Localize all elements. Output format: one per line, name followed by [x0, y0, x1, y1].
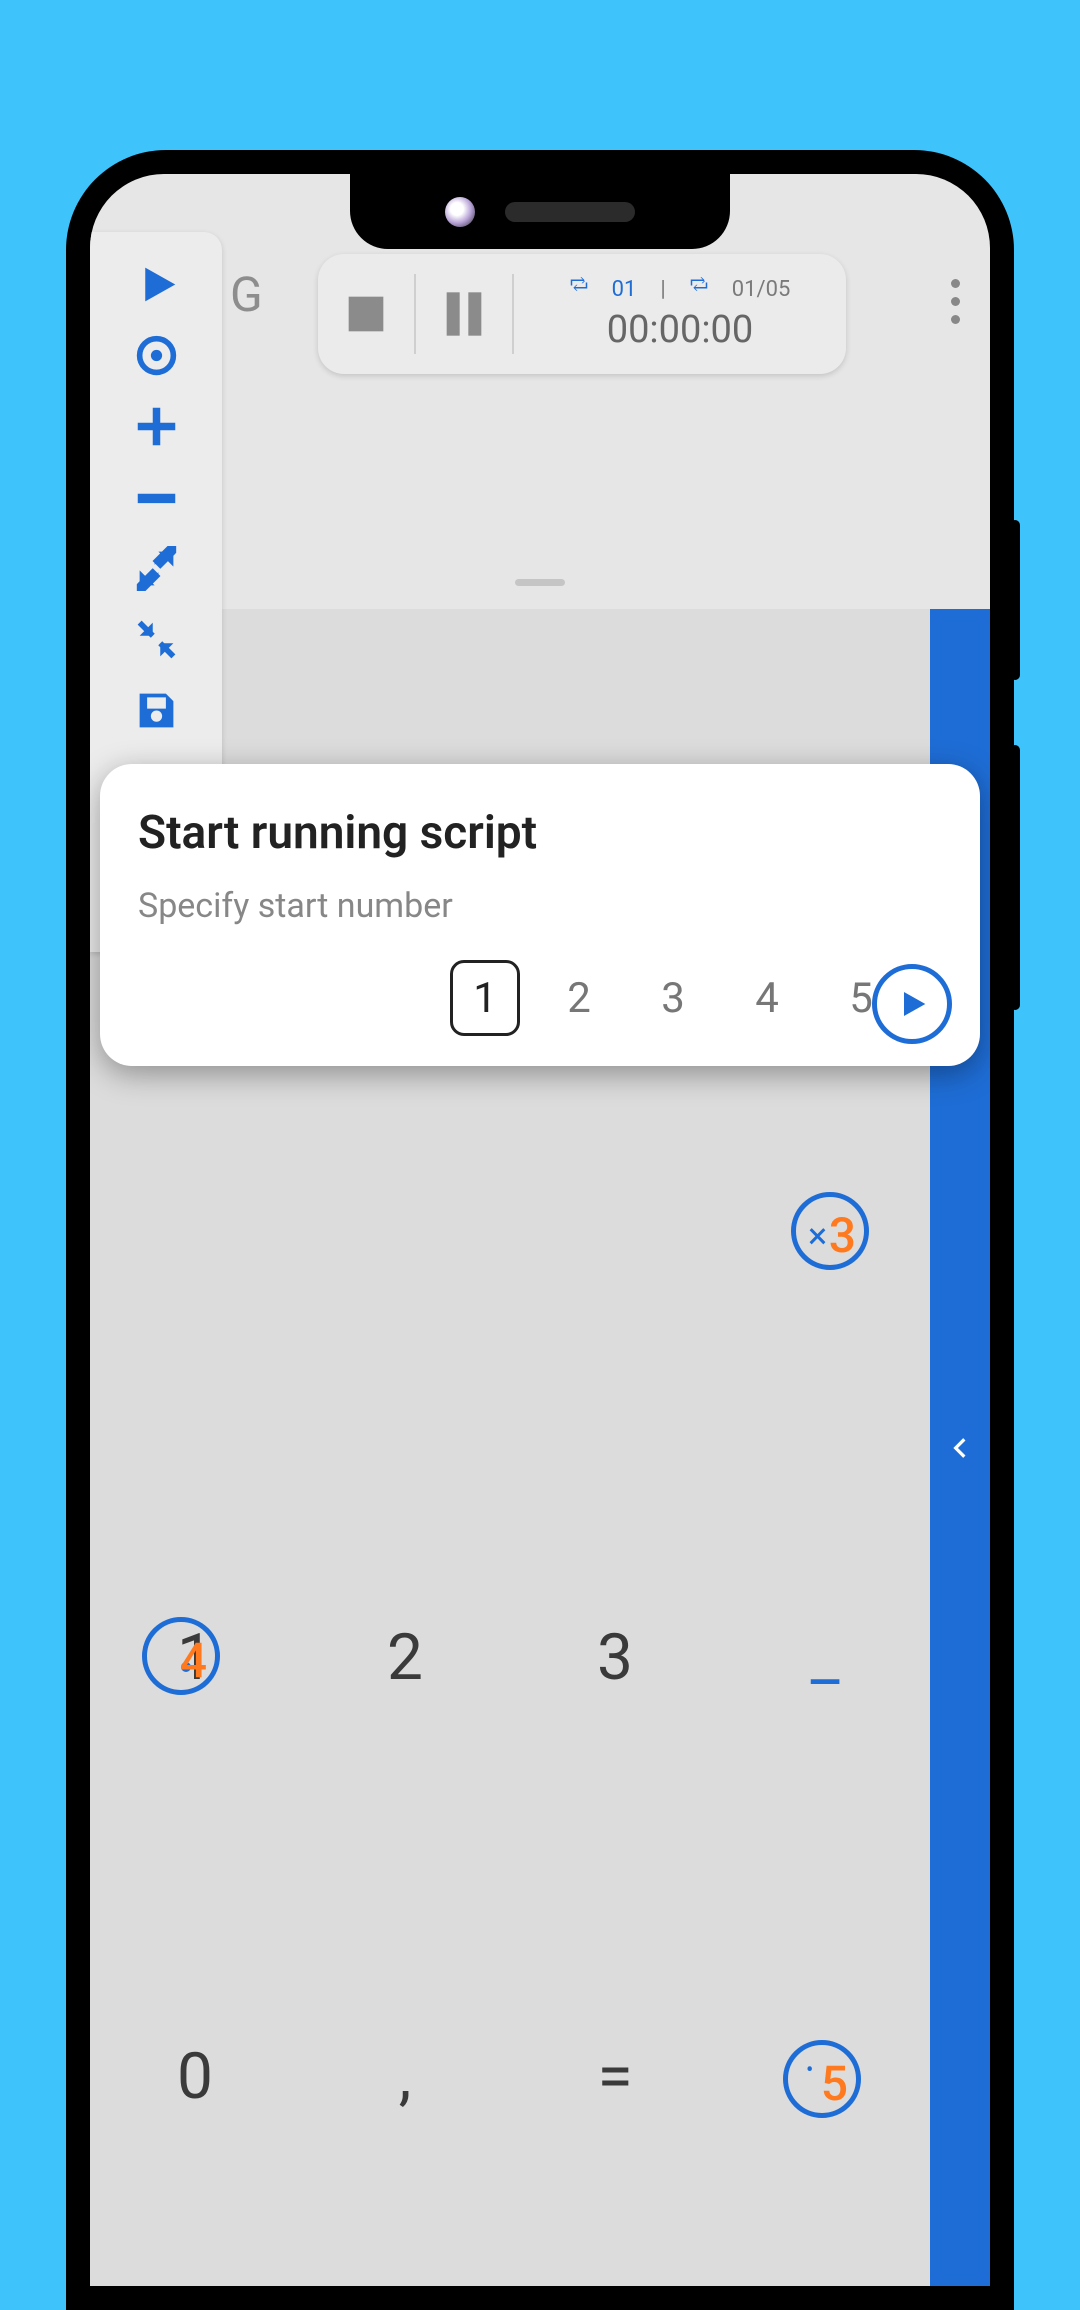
playback-control-bar: 01 | 01/05 00:00:00: [318, 254, 846, 374]
start-number-options: 1 2 3 4 5: [138, 960, 896, 1036]
app-label: G: [230, 266, 263, 323]
calc-key-comma[interactable]: ,: [300, 1867, 510, 2286]
phone-notch: [350, 174, 730, 249]
start-option-4[interactable]: 4: [732, 960, 802, 1036]
loop-icon: [690, 277, 708, 291]
step-marker-3: × 3: [791, 1192, 869, 1270]
overflow-menu-icon[interactable]: [951, 279, 960, 324]
stop-button[interactable]: [340, 288, 392, 340]
divider: [512, 274, 514, 354]
minus-icon[interactable]: [134, 475, 179, 520]
chevron-left-icon: [947, 1435, 973, 1461]
calc-key-subtract[interactable]: _: [720, 1448, 930, 1867]
phone-screen: G 01 | 01/05 00:00:00: [90, 174, 990, 2286]
calc-key-multiply[interactable]: × 3: [720, 1028, 930, 1447]
step-marker-4: 4: [142, 1617, 220, 1695]
calc-key-empty: [90, 1028, 300, 1447]
start-option-1[interactable]: 1: [450, 960, 520, 1036]
timer-block: 01 | 01/05 00:00:00: [536, 277, 824, 352]
calc-key-3[interactable]: 3: [510, 1448, 720, 1867]
dialog-subtitle: Specify start number: [138, 886, 942, 926]
phone-frame: G 01 | 01/05 00:00:00: [66, 150, 1014, 2310]
calc-key-empty: [510, 1028, 720, 1447]
expand-icon[interactable]: [134, 546, 179, 591]
loop-current: 01: [612, 277, 637, 302]
calc-key-1[interactable]: 1 4: [90, 1448, 300, 1867]
plus-icon[interactable]: [134, 404, 179, 449]
start-script-dialog: Start running script Specify start numbe…: [100, 764, 980, 1066]
play-icon[interactable]: [134, 262, 179, 307]
divider: [414, 274, 416, 354]
calc-key-2[interactable]: 2: [300, 1448, 510, 1867]
phone-side-button-2: [1010, 745, 1020, 1010]
loop-icon: [570, 277, 588, 291]
loop-total: 01/05: [732, 277, 791, 302]
save-icon[interactable]: [134, 688, 179, 733]
drag-handle-icon[interactable]: [515, 579, 565, 586]
calc-key-empty: [300, 1028, 510, 1447]
target-icon[interactable]: [134, 333, 179, 378]
phone-side-button-1: [1010, 520, 1020, 680]
pause-button[interactable]: [438, 288, 490, 340]
start-option-2[interactable]: 2: [544, 960, 614, 1036]
dialog-title: Start running script: [138, 806, 942, 860]
step-marker-5: • 5: [783, 2040, 861, 2118]
start-option-3[interactable]: 3: [638, 960, 708, 1036]
camera-icon: [445, 197, 475, 227]
timer-value: 00:00:00: [536, 308, 824, 352]
speaker-grill-icon: [505, 202, 635, 222]
calc-key-plus[interactable]: • 5: [720, 1867, 930, 2286]
collapse-icon[interactable]: [134, 617, 179, 662]
play-icon: [896, 988, 928, 1020]
loop-separator: |: [660, 277, 665, 302]
calc-key-0[interactable]: 0: [90, 1867, 300, 2286]
calc-key-equals[interactable]: =: [510, 1867, 720, 2286]
run-button[interactable]: [872, 964, 952, 1044]
